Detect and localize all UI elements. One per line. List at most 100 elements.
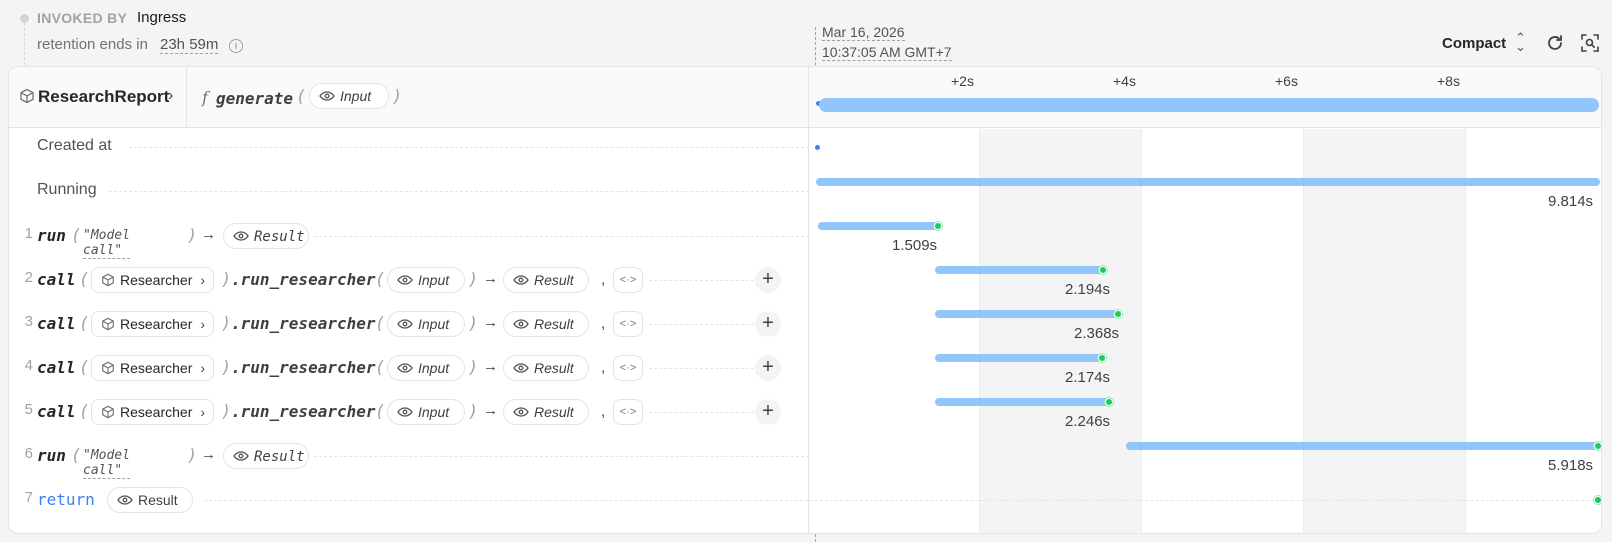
add-button[interactable]: + [755,355,781,381]
row-guide [314,456,809,457]
entry-keyword: call [37,314,76,333]
target-service-chip[interactable]: Researcher › [91,399,215,425]
running-bar [816,178,1600,186]
paren-close: ) [221,358,232,378]
paren-close: ) [468,314,479,334]
paren-open: ( [375,358,386,378]
eye-icon [513,275,529,285]
result-pill[interactable]: Result [503,355,589,381]
result-pill[interactable]: Result [503,311,589,337]
paren-open: ( [79,270,90,290]
result-pill[interactable]: Result [223,223,309,249]
chevron-right-icon: › [200,360,206,376]
paren-close: ) [392,87,403,107]
result-pill[interactable]: Result [223,443,309,469]
entry-keyword: call [37,358,76,377]
column-divider [808,67,809,533]
pill-label: Result [534,272,574,288]
entry-bar [935,398,1109,406]
handler-name: generate [216,89,294,108]
code-view-button[interactable]: <·> [613,311,643,337]
paren-open: ( [375,314,386,334]
input-pill[interactable]: Input [387,311,465,337]
paren-open: ( [71,446,82,466]
refresh-icon[interactable] [1545,33,1565,53]
zoom-fit-icon[interactable] [1580,33,1600,53]
entry-number: 6 [24,445,33,462]
method-name: .run_researcher [231,358,376,377]
info-icon[interactable]: i [229,39,243,53]
paren-close: ) [468,402,479,422]
start-date: Mar 16, 2026 [822,24,905,41]
view-mode-select[interactable]: Compact [1442,35,1506,52]
comma: , [601,315,606,332]
code-view-button[interactable]: <·> [613,399,643,425]
target-service-chip[interactable]: Researcher › [91,311,215,337]
entry-keyword: call [37,270,76,289]
entry-argument: "Model call" [83,228,130,259]
invocation-bar [819,98,1599,112]
eye-icon [513,319,529,329]
method-name: .run_researcher [231,402,376,421]
complete-dot [1594,442,1601,450]
comma: , [601,359,606,376]
pill-label: Input [418,272,450,288]
result-pill[interactable]: Result [107,487,193,513]
entry-bar [818,222,938,230]
timeline-band [1303,129,1465,533]
input-pill[interactable]: Input [387,355,465,381]
row-guide [649,324,754,325]
eye-icon [233,451,249,461]
entry-keyword: run [37,226,66,245]
entry-number: 7 [24,489,33,506]
add-button[interactable]: + [755,267,781,293]
paren-close: ) [468,358,479,378]
invocation-input-pill[interactable]: Input [309,83,389,109]
target-service-name: Researcher [120,272,193,288]
complete-dot [1098,354,1106,362]
cube-icon [102,317,114,331]
complete-dot [1099,266,1107,274]
result-pill[interactable]: Result [503,267,589,293]
pill-label: Result [534,360,574,376]
paren-close: ) [221,402,232,422]
select-chevron-icon[interactable]: ⌃ ⌄ [1515,31,1526,53]
entry-duration: 1.509s [892,237,938,254]
entry-bar [935,354,1102,362]
tick-label: +6s [1275,73,1298,89]
return-keyword: return [37,490,95,509]
arrow-right-icon: → [201,446,216,463]
add-button[interactable]: + [755,399,781,425]
entry-duration: 2.246s [1065,413,1111,430]
eye-icon [513,363,529,373]
code-view-button[interactable]: <·> [613,355,643,381]
input-pill[interactable]: Input [387,399,465,425]
eye-icon [397,319,413,329]
service-name: ResearchReport [38,87,170,106]
add-button[interactable]: + [755,311,781,337]
target-service-chip[interactable]: Researcher › [91,267,215,293]
invoked-by-label: INVOKED BY [37,10,128,26]
target-service-chip[interactable]: Researcher › [91,355,215,381]
tick-label: +2s [951,73,974,89]
row-guide [649,368,754,369]
paren-open: ( [71,226,82,246]
paren-open: ( [296,87,307,107]
input-pill[interactable]: Input [387,267,465,293]
retention-value[interactable]: 23h 59m [160,36,219,54]
target-service-name: Researcher [120,316,193,332]
eye-icon [513,407,529,417]
start-time: 10:37:05 AM GMT+7 [822,44,952,61]
pill-label: Result [254,229,305,245]
code-view-button[interactable]: <·> [613,267,643,293]
complete-dot [1594,496,1601,504]
pill-label: Input [418,316,450,332]
entry-number: 5 [24,401,33,418]
entry-number: 4 [24,357,33,374]
entry-argument: "Model call" [83,448,130,479]
entry-duration: 2.194s [1065,281,1111,298]
running-label: Running [37,181,97,198]
result-pill[interactable]: Result [503,399,589,425]
arrow-right-icon: → [483,358,498,375]
service-button[interactable]: ResearchReport › [9,67,187,128]
